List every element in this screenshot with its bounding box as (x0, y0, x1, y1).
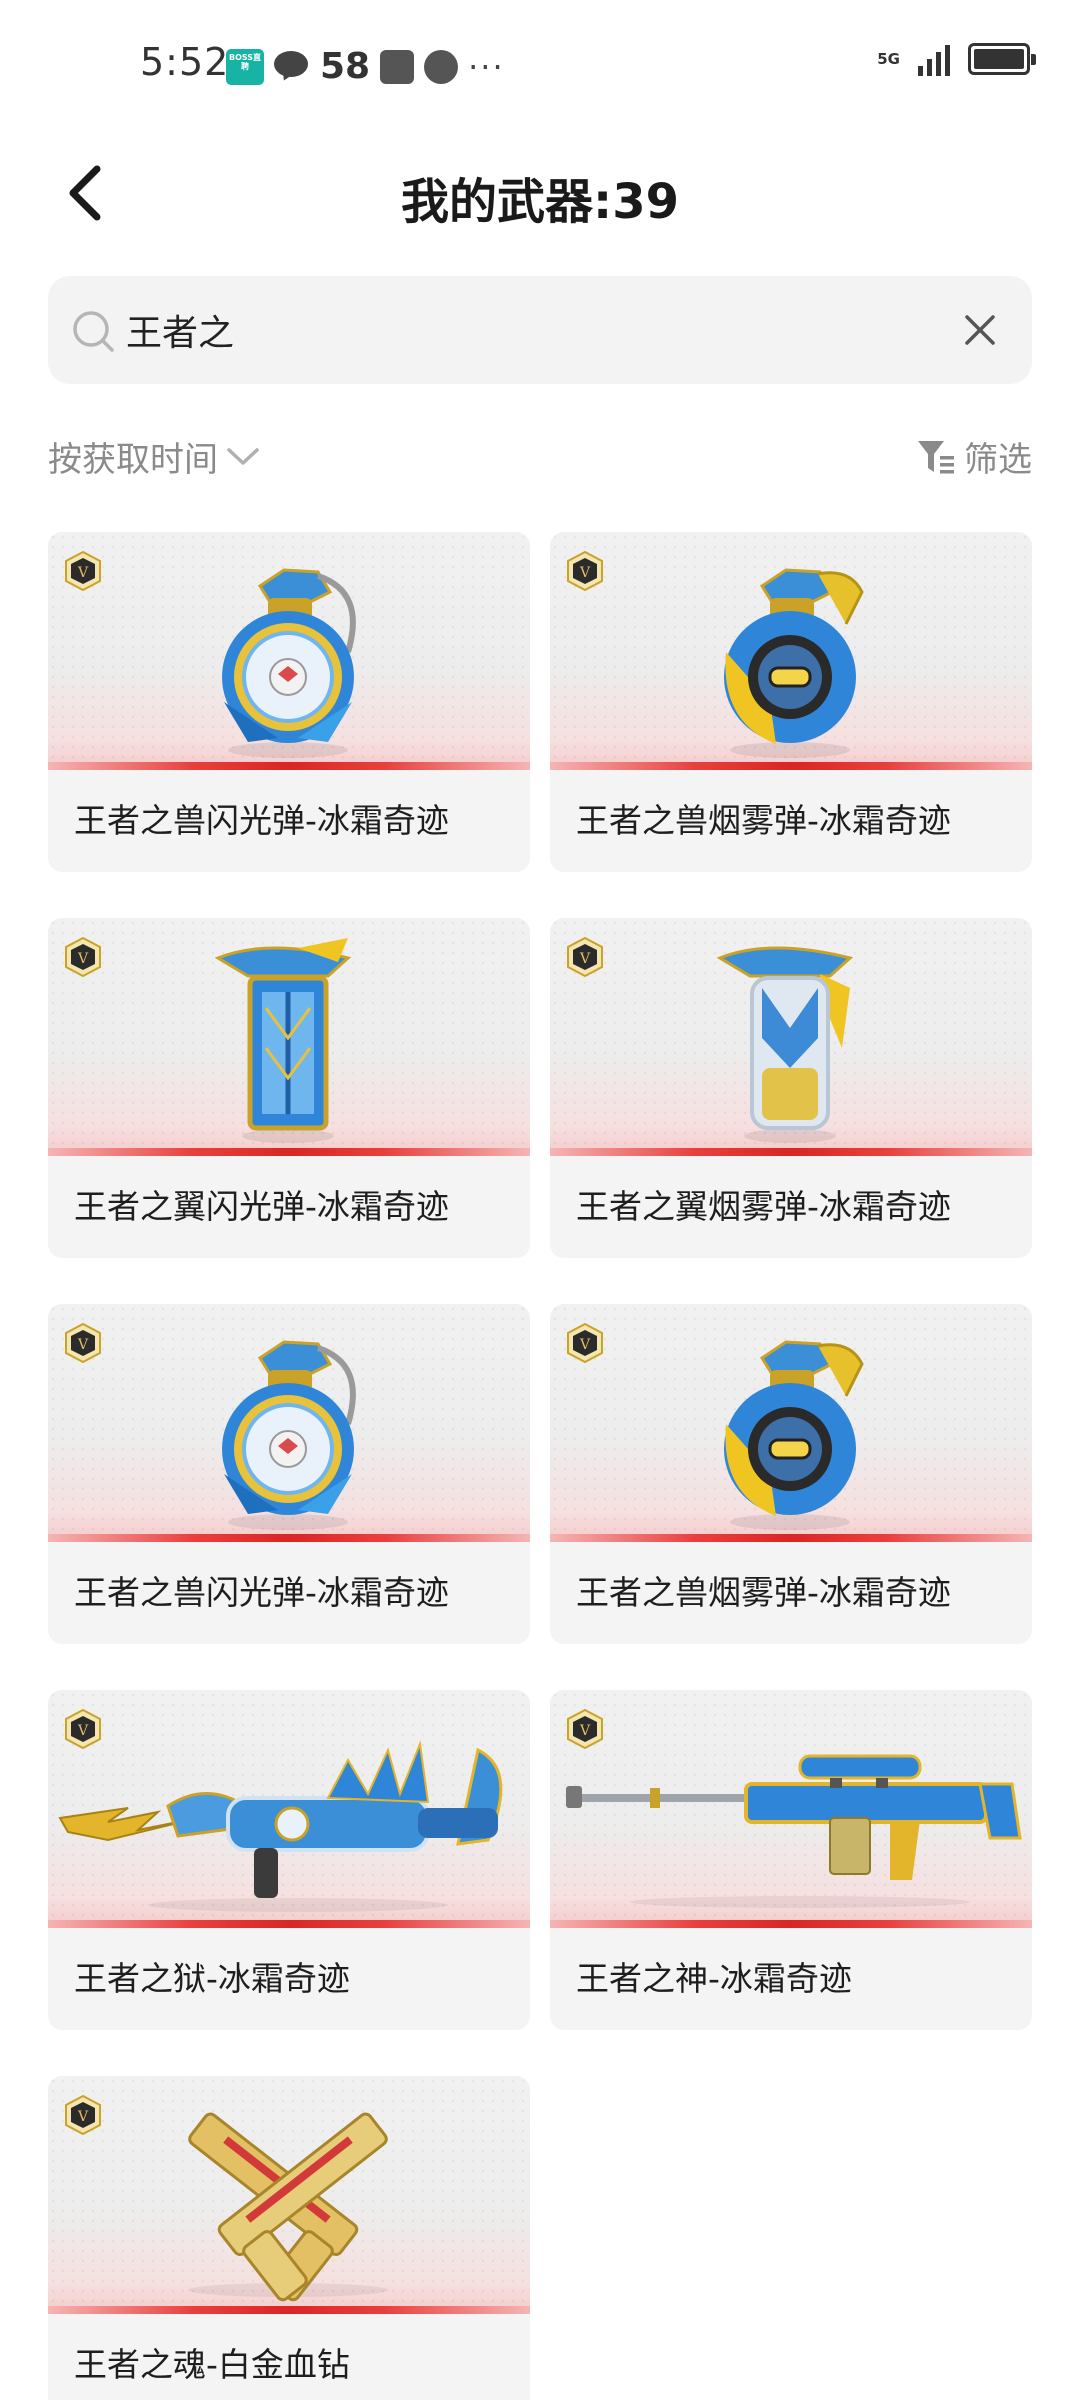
weapon-card[interactable]: V 王者之翼闪光弹-冰霜奇迹 (48, 918, 530, 1258)
close-icon (965, 315, 995, 345)
vip-badge-icon: V (567, 1708, 603, 1750)
boss-app-icon: BOSS直聘 (226, 48, 264, 85)
weapon-art (188, 2112, 388, 2302)
svg-text:V: V (77, 1723, 89, 1739)
weapon-image: V (48, 532, 530, 768)
weapon-image: V (550, 532, 1032, 768)
weapon-name: 王者之翼闪光弹-冰霜奇迹 (74, 1187, 449, 1226)
svg-text:V: V (77, 2109, 89, 2125)
card-accent-line (550, 1148, 1032, 1156)
weapon-name: 王者之兽烟雾弹-冰霜奇迹 (576, 801, 951, 840)
network-type-label: 5G (877, 50, 900, 68)
card-accent-line (48, 2306, 530, 2314)
weapon-art (566, 1754, 1022, 1908)
svg-text:V: V (579, 1337, 591, 1353)
status-notification-icons: BOSS直聘 58 ··· (226, 46, 505, 87)
sort-dropdown[interactable]: 按获取时间 (48, 432, 260, 481)
weapon-grid: V 王者之兽闪光弹-冰霜奇迹 V 王者之兽烟雾弹-冰霜奇迹 V 王者之翼闪光弹-… (48, 532, 1032, 2400)
card-accent-line (48, 1534, 530, 1542)
weapon-name: 王者之兽闪光弹-冰霜奇迹 (74, 1573, 449, 1612)
browser-app-icon (424, 49, 459, 84)
svg-text:V: V (77, 1337, 89, 1353)
vip-badge-icon: V (65, 936, 101, 978)
card-accent-line (550, 1534, 1032, 1542)
weapon-art (716, 946, 854, 1143)
huawei-app-icon (380, 49, 415, 84)
weapon-art (222, 1340, 356, 1530)
weapon-name: 王者之神-冰霜奇迹 (576, 1959, 852, 1998)
weapon-card[interactable]: V 王者之兽烟雾弹-冰霜奇迹 (550, 1304, 1032, 1644)
weapon-card[interactable]: V 王者之兽烟雾弹-冰霜奇迹 (550, 532, 1032, 872)
weapon-card[interactable]: V 王者之翼烟雾弹-冰霜奇迹 (550, 918, 1032, 1258)
signal-strength-icon (918, 42, 950, 76)
svg-text:V: V (77, 565, 89, 581)
search-icon (73, 311, 114, 352)
card-accent-line (48, 1920, 530, 1928)
filter-icon (918, 440, 954, 473)
filter-label: 筛选 (964, 440, 1032, 480)
weapon-card[interactable]: V 王者之狱-冰霜奇迹 (48, 1690, 530, 2030)
weapon-art (222, 568, 356, 758)
page-header: 我的武器:39 (0, 140, 1080, 250)
weapon-card[interactable]: V 王者之神-冰霜奇迹 (550, 1690, 1032, 2030)
weapon-art (724, 568, 864, 758)
weapon-art (214, 938, 352, 1143)
weapon-name: 王者之狱-冰霜奇迹 (74, 1959, 350, 1998)
chat-bubble-icon (274, 50, 310, 83)
status-time: 5:52 (140, 40, 230, 84)
card-accent-line (550, 1920, 1032, 1928)
chevron-down-icon (227, 447, 259, 465)
weapon-art (58, 1740, 503, 1912)
battery-icon (968, 43, 1036, 75)
more-notifications-icon: ··· (468, 47, 505, 86)
sort-label: 按获取时间 (48, 440, 218, 480)
weapon-name: 王者之兽烟雾弹-冰霜奇迹 (576, 1573, 951, 1612)
card-accent-line (550, 762, 1032, 770)
weapon-art (724, 1340, 864, 1530)
weapon-image: V (48, 1304, 530, 1540)
weapon-image: V (48, 1690, 530, 1926)
vip-badge-icon: V (567, 550, 603, 592)
notification-count: 58 (320, 46, 371, 87)
clear-search-button[interactable] (956, 306, 1004, 354)
vip-badge-icon: V (567, 1322, 603, 1364)
page-title: 我的武器:39 (401, 174, 679, 230)
svg-text:V: V (77, 951, 89, 967)
status-system-icons: 5G (877, 42, 1036, 76)
weapon-image: V (48, 918, 530, 1154)
weapon-card[interactable]: V 王者之魂-白金血钻 (48, 2076, 530, 2400)
weapon-name: 王者之兽闪光弹-冰霜奇迹 (74, 801, 449, 840)
weapon-card[interactable]: V 王者之兽闪光弹-冰霜奇迹 (48, 532, 530, 872)
filter-button[interactable]: 筛选 (916, 432, 1032, 481)
vip-badge-icon: V (65, 1322, 101, 1364)
vip-badge-icon: V (65, 2094, 101, 2136)
svg-text:V: V (579, 951, 591, 967)
card-accent-line (48, 1148, 530, 1156)
vip-badge-icon: V (567, 936, 603, 978)
svg-text:V: V (579, 1723, 591, 1739)
weapon-name: 王者之魂-白金血钻 (74, 2345, 350, 2384)
card-accent-line (48, 762, 530, 770)
vip-badge-icon: V (65, 1708, 101, 1750)
weapon-image: V (48, 2076, 530, 2312)
weapon-image: V (550, 918, 1032, 1154)
status-bar: 5:52 BOSS直聘 58 ··· 5G (0, 0, 1080, 130)
weapon-name: 王者之翼烟雾弹-冰霜奇迹 (576, 1187, 951, 1226)
weapon-card[interactable]: V 王者之兽闪光弹-冰霜奇迹 (48, 1304, 530, 1644)
weapon-image: V (550, 1304, 1032, 1540)
weapon-image: V (550, 1690, 1032, 1926)
search-box[interactable] (48, 276, 1032, 384)
svg-text:V: V (579, 565, 591, 581)
search-input[interactable] (126, 276, 946, 384)
vip-badge-icon: V (65, 550, 101, 592)
